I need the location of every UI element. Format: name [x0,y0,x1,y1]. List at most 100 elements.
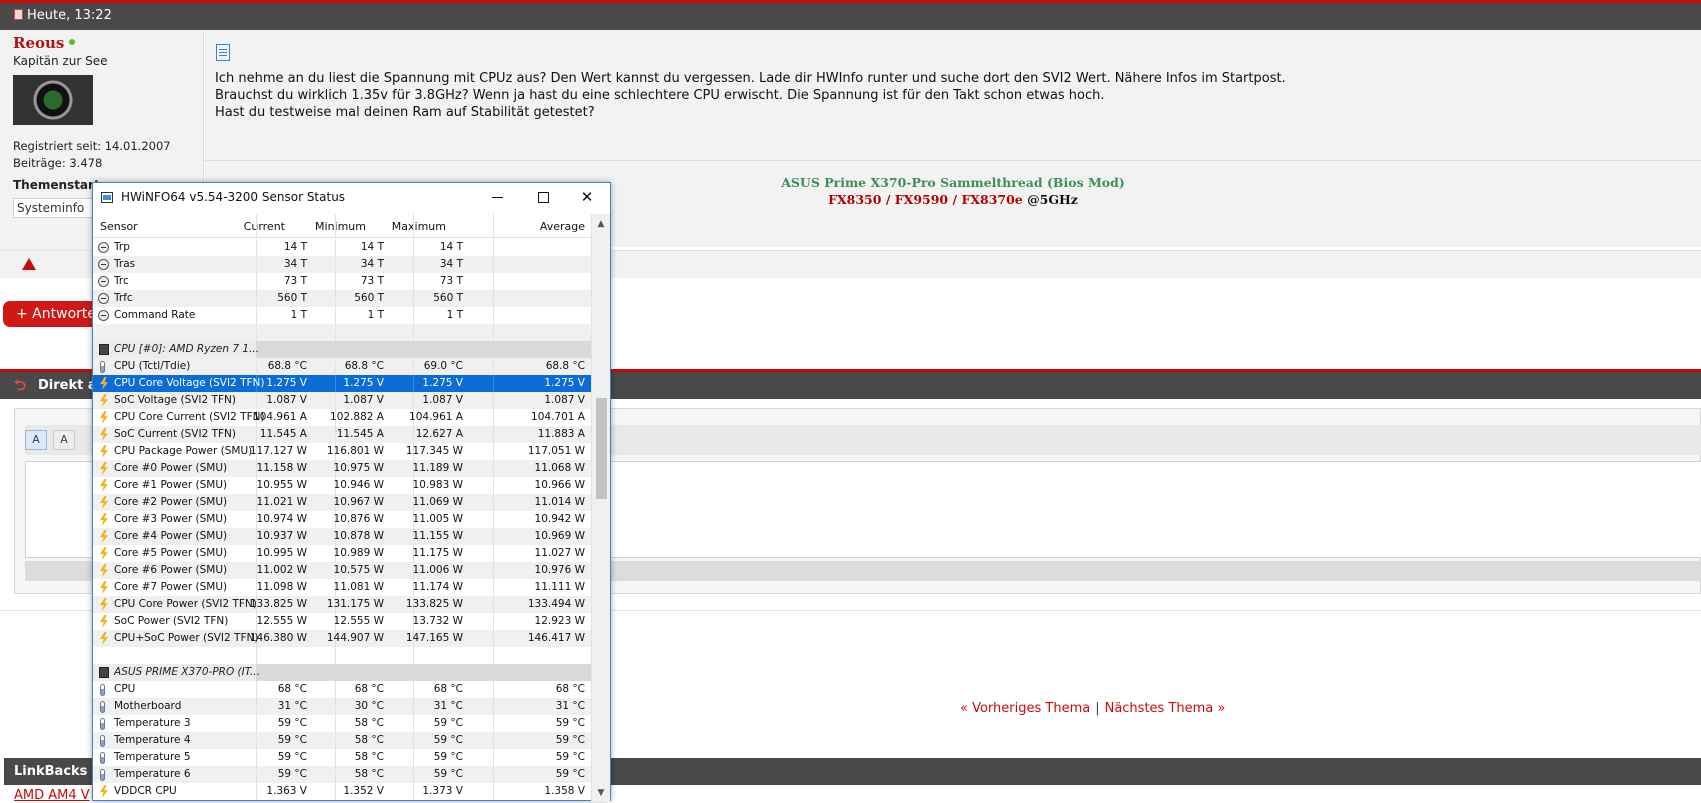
value-average: 133.494 W [527,598,585,610]
value-minimum: 11.081 W [333,581,384,593]
scroll-down-icon[interactable]: ▼ [592,785,610,802]
value-average: 11.111 W [534,581,585,593]
minimize-button[interactable] [474,183,520,213]
cell-divider [493,494,494,511]
sensor-name: Trfc [114,292,133,304]
value-average: 1.087 V [544,394,585,406]
report-warning-icon[interactable] [22,258,36,270]
maximize-button[interactable] [520,183,566,213]
value-current: 68.8 °C [267,360,307,372]
value-current: 10.937 W [256,530,307,542]
cell-divider [413,681,414,698]
avatar[interactable] [13,75,93,125]
sensor-row[interactable]: Core #2 Power (SMU) 11.021 W 10.967 W 11.06… [93,494,591,511]
sensor-row[interactable]: Temperature 5 59 °C 58 °C 59 °C 59 °C [93,749,591,766]
value-minimum: 58 °C [354,768,384,780]
sensor-row[interactable]: Core #1 Power (SMU) 10.955 W 10.946 W 10.98… [93,477,591,494]
sensor-row[interactable]: Core #6 Power (SMU) 11.002 W 10.575 W 11.00… [93,562,591,579]
scroll-up-icon[interactable]: ▲ [592,216,610,233]
sensor-row[interactable]: Trfc 560 T 560 T 560 T [93,290,591,307]
sensor-row[interactable]: VDDCR CPU 1.363 V 1.352 V 1.373 V 1.358 V [93,783,591,800]
sensor-row[interactable]: Core #0 Power (SMU) 11.158 W 10.975 W 11.18… [93,460,591,477]
column-minimum[interactable]: Minimum [315,220,366,233]
sensor-name: Temperature 4 [114,734,191,746]
nav-separator: | [1095,701,1100,716]
sensor-row[interactable]: CPU Core Current (SVI2 TFN) 104.961 A 102.… [93,409,591,426]
cell-divider [493,732,494,749]
sensor-row[interactable]: CPU Core Voltage (SVI2 TFN) 1.275 V 1.275 … [93,375,591,392]
sensor-row[interactable]: Core #3 Power (SMU) 10.974 W 10.876 W 11.00… [93,511,591,528]
next-thread-link[interactable]: Nächstes Thema » [1105,701,1226,716]
column-divider[interactable] [413,214,414,238]
sensor-row[interactable]: CPU+SoC Power (SVI2 TFN) 146.380 W 144.907… [93,630,591,647]
value-average: 10.942 W [534,513,585,525]
sensor-name: CPU [#0]: AMD Ryzen 7 1... [114,343,260,355]
cell-divider [256,766,257,783]
cell-divider [335,766,336,783]
value-minimum: 68.8 °C [344,360,384,372]
cell-divider [493,715,494,732]
cell-divider [256,698,257,715]
sensor-group-row[interactable]: ASUS PRIME X370-PRO (IT... [93,664,591,681]
signature-link-fx8350[interactable]: FX8350 [828,192,881,207]
cell-divider [335,256,336,273]
sensor-row[interactable]: SoC Power (SVI2 TFN) 12.555 W 12.555 W 13.7… [93,613,591,630]
font-style-button[interactable]: A [53,430,75,450]
column-maximum[interactable]: Maximum [392,220,446,233]
sensor-row[interactable]: Tras 34 T 34 T 34 T [93,256,591,273]
sensor-row[interactable]: Core #5 Power (SMU) 10.995 W 10.989 W 11.17… [93,545,591,562]
sensor-row[interactable]: CPU (Tctl/Tdie) 68.8 °C 68.8 °C 69.0 °C 68.8… [93,358,591,375]
sensor-row[interactable]: Core #7 Power (SMU) 11.098 W 11.081 W 11.17… [93,579,591,596]
column-divider[interactable] [335,214,336,238]
value-current: 14 T [283,241,307,253]
cell-divider [413,256,414,273]
sensor-group-row[interactable]: CPU [#0]: AMD Ryzen 7 1... [93,341,591,358]
sensor-row[interactable]: Trc 73 T 73 T 73 T [93,273,591,290]
sensor-row[interactable]: CPU Package Power (SMU) 117.127 W 116.801 … [93,443,591,460]
value-current: 59 °C [277,734,307,746]
username[interactable]: Reous [13,34,76,52]
sensor-row[interactable]: Motherboard 31 °C 30 °C 31 °C 31 °C [93,698,591,715]
column-divider[interactable] [493,214,494,238]
hwinfo-titlebar[interactable]: HWiNFO64 v5.54-3200 Sensor Status ✕ [93,183,610,213]
cell-divider [493,426,494,443]
sensor-row[interactable]: CPU Core Power (SVI2 TFN) 133.825 W 131.17… [93,596,591,613]
value-maximum: 1.275 V [422,377,463,389]
sensor-row[interactable]: Core #4 Power (SMU) 10.937 W 10.878 W 11.15… [93,528,591,545]
cell-divider [413,715,414,732]
signature-link-fx9590[interactable]: FX9590 [895,192,948,207]
sensor-row[interactable]: Trp 14 T 14 T 14 T [93,239,591,256]
online-status-icon [69,39,76,45]
signature-link-fx8370e[interactable]: FX8370e [961,192,1022,207]
value-current: 34 T [283,258,307,270]
value-average: 1.275 V [544,377,585,389]
value-average: 68 °C [555,683,585,695]
cell-divider [413,698,414,715]
column-sensor[interactable]: Sensor [100,220,138,233]
cell-divider [256,273,257,290]
value-minimum: 12.555 W [333,615,384,627]
font-size-button[interactable]: A [25,430,47,450]
sensor-row[interactable]: SoC Current (SVI2 TFN) 11.545 A 11.545 A 12… [93,426,591,443]
value-minimum: 102.882 A [330,411,384,423]
sensor-name: Core #1 Power (SMU) [114,479,228,491]
sensor-row[interactable]: Command Rate 1 T 1 T 1 T [93,307,591,324]
previous-thread-link[interactable]: « Vorheriges Thema [960,701,1090,716]
scroll-thumb[interactable] [596,398,607,499]
sensor-row[interactable]: Temperature 3 59 °C 58 °C 59 °C 59 °C [93,715,591,732]
sensor-row[interactable]: Temperature 6 59 °C 58 °C 59 °C 59 °C [93,766,591,783]
vertical-scrollbar[interactable]: ▲ ▼ [591,214,610,802]
sensor-row[interactable]: CPU 68 °C 68 °C 68 °C 68 °C [93,681,591,698]
sensor-row[interactable]: SoC Voltage (SVI2 TFN) 1.087 V 1.087 V 1.08… [93,392,591,409]
value-average: 10.966 W [534,479,585,491]
group-cell [256,341,335,358]
column-average[interactable]: Average [517,220,585,233]
cell-divider [256,290,257,307]
column-current[interactable]: Current [244,220,285,233]
sysinfo-button[interactable]: Systeminfo [13,198,97,218]
value-current: 10.974 W [256,513,307,525]
close-button[interactable]: ✕ [564,183,610,213]
user-registered: Registriert seit: 14.01.2007 [13,139,171,153]
sensor-row[interactable]: Temperature 4 59 °C 58 °C 59 °C 59 °C [93,732,591,749]
column-divider[interactable] [256,214,257,238]
